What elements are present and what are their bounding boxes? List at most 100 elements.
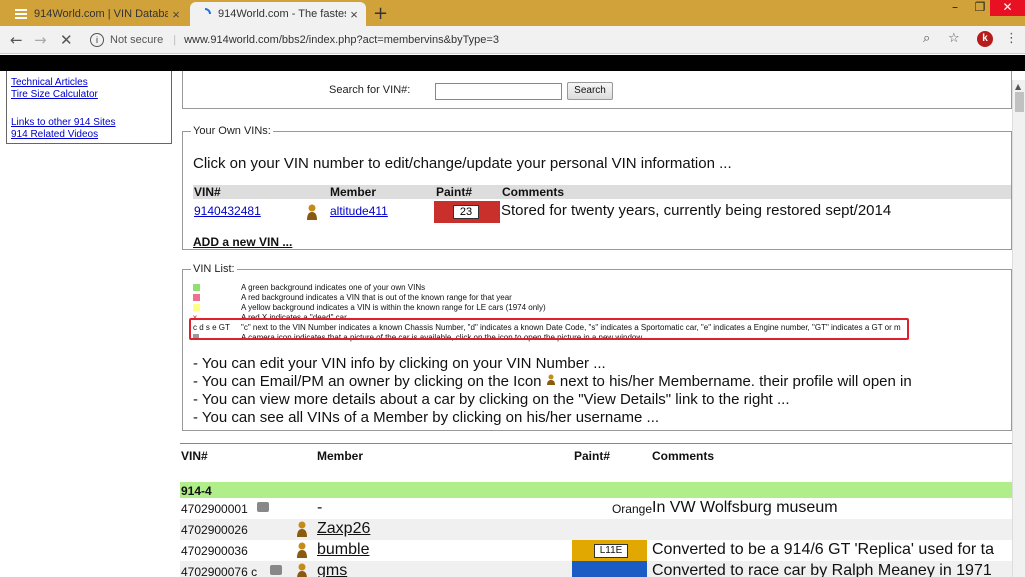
browser-toolbar: ← → ✕ i Not secure | www.914world.com/bb… — [0, 26, 1025, 54]
tab-bar: 914World.com | VIN Database, p × 914Worl… — [0, 0, 1025, 26]
scroll-thumb[interactable] — [1015, 92, 1024, 112]
yellow-swatch — [193, 304, 200, 311]
tip-text: - You can Email/PM an owner by clicking … — [193, 373, 542, 390]
header-paint: Paint# — [436, 185, 473, 199]
table-row: 4702900026 Zaxp26 — [180, 519, 1013, 540]
camera-icon[interactable] — [270, 565, 282, 575]
page-scrollbar[interactable]: ▲ — [1012, 80, 1025, 577]
paint-code: L11E — [594, 544, 628, 558]
own-vin-row: 9140432481 altitude411 23 Stored for twe… — [193, 201, 1011, 223]
address-divider: | — [173, 34, 177, 46]
tab-active[interactable]: 914World.com - The fastest grow × — [190, 2, 366, 26]
tip-edit-vin: - You can edit your VIN info by clicking… — [193, 355, 606, 372]
back-button[interactable]: ← — [10, 31, 23, 49]
member-pm-icon[interactable] — [295, 520, 309, 538]
paint-code: 23 — [453, 205, 479, 219]
own-vins-intro: Click on your VIN number to edit/change/… — [193, 155, 732, 172]
paint-cell: L11E — [572, 540, 647, 561]
sidebar-link-related-videos[interactable]: 914 Related Videos — [11, 129, 171, 141]
paint-cell — [572, 561, 647, 577]
close-window-button[interactable]: ✕ — [990, 0, 1025, 16]
member-icon — [546, 374, 555, 385]
tip-text: next to his/her Membername. their profil… — [559, 373, 912, 390]
vin-list-legend: VIN List: — [193, 263, 235, 275]
loading-spinner-icon — [198, 7, 212, 21]
own-vins-box: Your Own VINs: Click on your VIN number … — [182, 125, 1012, 250]
table-row: 4702900001 - Orange In VW Wolfsburg muse… — [180, 498, 1013, 519]
header-vin: VIN# — [181, 449, 208, 463]
member-name: - — [317, 499, 323, 516]
tab-close-icon[interactable]: × — [346, 7, 362, 22]
member-pm-icon[interactable] — [295, 541, 309, 559]
model-group-row: 914-4 — [180, 482, 1013, 498]
new-tab-button[interactable]: + — [373, 3, 388, 24]
vin-number[interactable]: 4702900026 — [181, 523, 248, 537]
vin-table-header: VIN# Member Paint# Comments — [180, 444, 1013, 466]
search-label: Search for VIN#: — [329, 84, 411, 96]
header-paint: Paint# — [574, 449, 611, 463]
profile-avatar[interactable]: k — [977, 31, 993, 47]
member-pm-icon[interactable] — [305, 203, 319, 221]
vin-number[interactable]: 4702900076 c — [181, 565, 257, 577]
redacted-bar — [0, 55, 1025, 71]
vin-number[interactable]: 4702900001 — [181, 502, 248, 516]
url-text: www.914world.com/bbs2/index.php?act=memb… — [184, 34, 499, 46]
header-comments: Comments — [502, 185, 565, 199]
annotation-highlight-box — [189, 318, 909, 340]
scroll-up-icon[interactable]: ▲ — [1015, 82, 1021, 91]
search-button[interactable]: Search — [567, 82, 613, 100]
vin-number[interactable]: 4702900036 — [181, 544, 248, 558]
own-vins-legend: Your Own VINs: — [193, 125, 271, 137]
header-member: Member — [317, 449, 364, 463]
tip-member-vins: - You can see all VINs of a Member by cl… — [193, 409, 660, 426]
legend-text: A yellow background indicates a VIN is w… — [241, 303, 546, 312]
red-swatch — [193, 294, 200, 301]
page-icon — [14, 7, 28, 21]
green-swatch — [193, 284, 200, 291]
legend-text: A red background indicates a VIN that is… — [241, 293, 512, 302]
tab-title: 914World.com | VIN Database, p — [34, 8, 168, 20]
member-pm-icon[interactable] — [295, 562, 309, 577]
tab-close-icon[interactable]: × — [168, 7, 184, 22]
sidebar-link-tire-size-calculator[interactable]: Tire Size Calculator — [11, 89, 171, 101]
own-vins-header: VIN# Member Paint# Comments — [193, 185, 1011, 199]
vin-comment: Converted to be a 914/6 GT 'Replica' use… — [652, 541, 995, 558]
forward-button[interactable]: → — [34, 31, 47, 49]
header-comments: Comments — [652, 449, 715, 463]
bookmark-star-icon[interactable]: ☆ — [948, 31, 960, 46]
tab-vin-database[interactable]: 914World.com | VIN Database, p × — [6, 2, 188, 26]
vin-table: VIN# Member Paint# Comments 914-4 470290… — [180, 443, 1013, 577]
member-link[interactable]: bumble — [317, 541, 369, 559]
camera-icon[interactable] — [257, 502, 269, 512]
header-vin: VIN# — [194, 185, 221, 199]
own-vin-comment: Stored for twenty years, currently being… — [501, 202, 892, 219]
sidebar: Technical Articles Tire Size Calculator … — [6, 71, 172, 144]
stop-loading-button[interactable]: ✕ — [60, 31, 73, 49]
table-row: 4702900076 c gms Converted to race car b… — [180, 561, 1013, 577]
minimize-button[interactable]: – — [945, 0, 965, 16]
member-link[interactable]: Zaxp26 — [317, 520, 370, 538]
security-status: Not secure — [110, 34, 164, 46]
sidebar-link-technical-articles[interactable]: Technical Articles — [11, 77, 171, 89]
vin-search-input[interactable] — [435, 83, 562, 100]
tip-view-details: - You can view more details about a car … — [193, 391, 790, 408]
menu-icon[interactable]: ⋮ — [1005, 31, 1018, 46]
own-vin-link[interactable]: 9140432481 — [194, 204, 261, 218]
table-row: 4702900036 bumble L11E Converted to be a… — [180, 540, 1013, 561]
sidebar-link-other-914-sites[interactable]: Links to other 914 Sites — [11, 117, 171, 129]
info-icon[interactable]: i — [90, 33, 104, 47]
paint-cell: 23 — [434, 201, 500, 223]
maximize-button[interactable]: ❐ — [970, 0, 990, 16]
member-link[interactable]: gms — [317, 562, 347, 577]
address-bar[interactable]: i Not secure | www.914world.com/bbs2/ind… — [84, 28, 979, 52]
vin-search-panel: Search for VIN#: Search — [182, 71, 1012, 109]
legend-text: A green background indicates one of your… — [241, 283, 426, 292]
zoom-icon[interactable]: ⌕ — [923, 31, 930, 46]
header-member: Member — [330, 185, 377, 199]
vin-comment: In VW Wolfsburg museum — [652, 499, 838, 516]
add-vin-link[interactable]: ADD a new VIN ... — [193, 235, 292, 249]
tab-title: 914World.com - The fastest grow — [218, 8, 346, 20]
vin-comment: Converted to race car by Ralph Meaney in… — [652, 562, 992, 577]
own-member-link[interactable]: altitude411 — [330, 204, 388, 218]
vin-list-box: VIN List: A green background indicates o… — [182, 263, 1012, 431]
